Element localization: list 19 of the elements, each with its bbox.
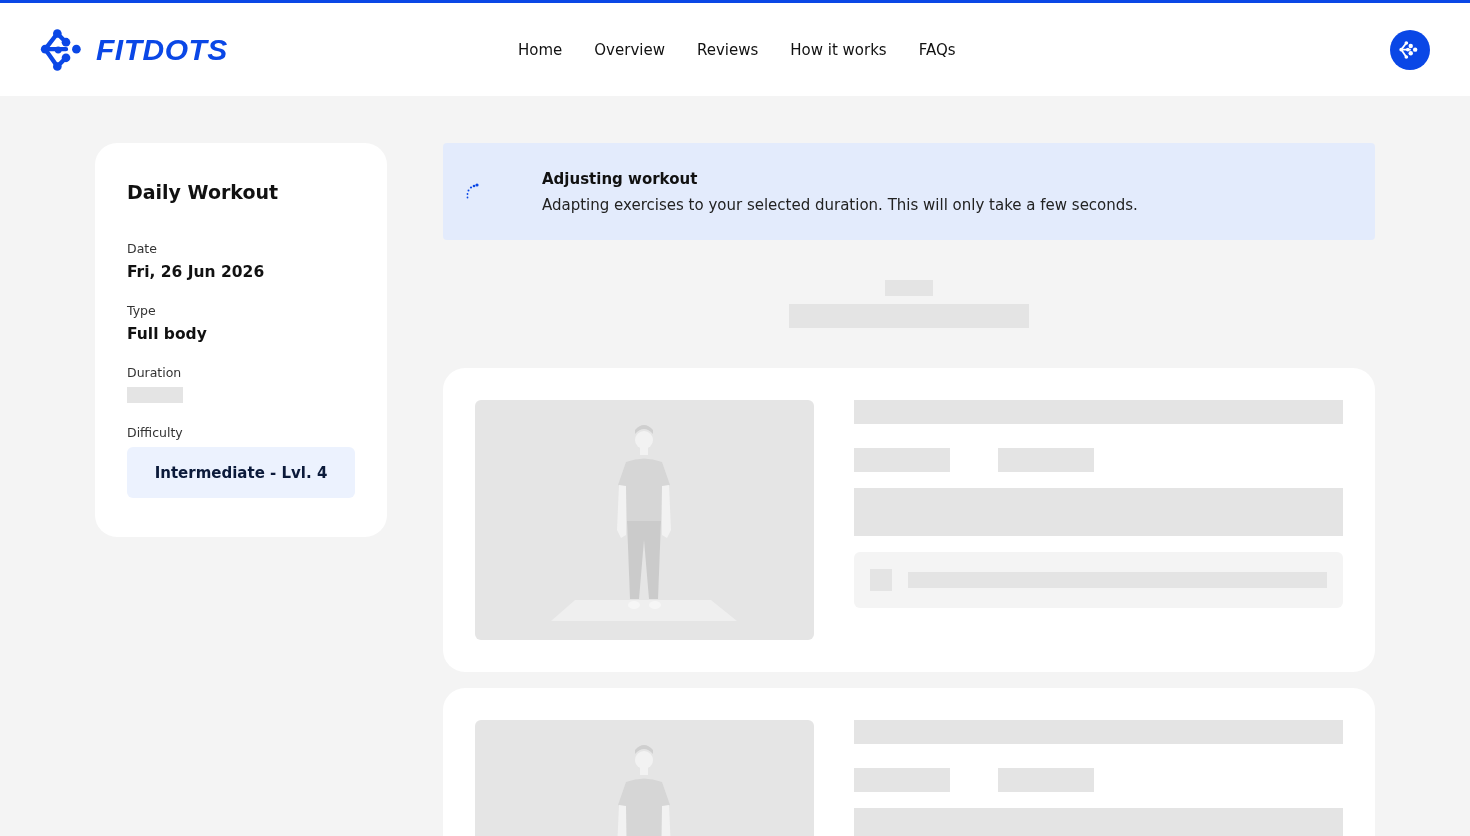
difficulty-badge: Intermediate - Lvl. 4 [127,447,355,498]
field-value: Full body [127,325,208,343]
notice-message: Adapting exercises to your selected duration. This will only take a few seconds. [542,195,1138,214]
field-label: Date [127,241,158,256]
nav-link[interactable]: Reviews [696,40,759,59]
notice-title: Adjusting workout [542,169,699,188]
field-label: Type [127,303,157,318]
nav-link[interactable]: Overview [594,40,665,59]
card-title: Daily Workout [127,181,280,203]
loading-placeholder [127,387,183,403]
field-value: Fri, 26 Jun 2026 [127,263,266,281]
field-label: Difficulty [127,425,184,440]
nav-link[interactable]: How it works [790,40,887,59]
nav-link[interactable]: Home [518,40,563,59]
profile-button[interactable] [1390,29,1430,70]
logo-text: FITDOTS [96,32,228,67]
nav-link[interactable]: FAQs [918,40,956,59]
field-label: Duration [127,365,183,380]
logo[interactable]: FITDOTS [40,25,228,74]
